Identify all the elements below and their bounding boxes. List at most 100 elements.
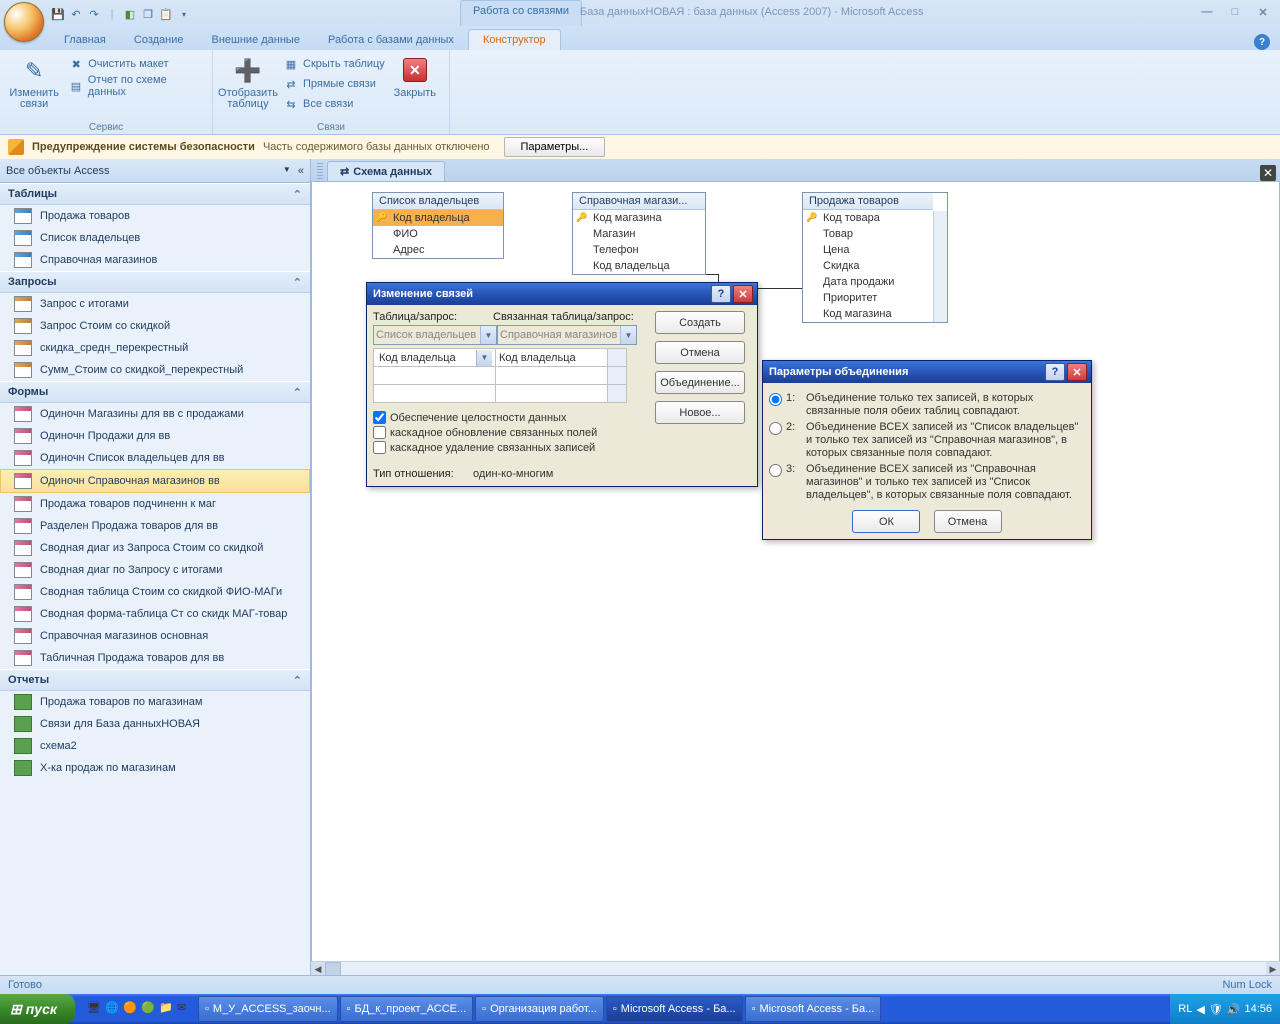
save-icon[interactable]: 💾 [50,6,66,22]
tab-handle[interactable] [317,163,323,181]
qat-more-icon[interactable]: ▾ [176,6,192,22]
nav-item[interactable]: Справочная магазинов основная [0,625,310,647]
show-table-button[interactable]: ➕ Отобразить таблицу [219,52,277,110]
relationship-report-button[interactable]: ▤Отчет по схеме данных [66,76,206,96]
security-options-button[interactable]: Параметры... [504,137,606,157]
nav-item[interactable]: Список владельцев [0,227,310,249]
scroll-up-button[interactable]: ▲ [934,211,947,224]
table-field[interactable]: Телефон [573,242,705,258]
nav-collapse-icon[interactable]: « [298,165,304,177]
scroll-left-button[interactable]: ◀ [311,962,325,976]
table-field[interactable]: Адрес [373,242,503,258]
field-mapping-grid[interactable]: Код владельца▼Код владельца [373,348,627,403]
nav-item[interactable]: Продажа товаров подчиненн к маг [0,493,310,515]
dropdown-icon[interactable]: ▼ [620,326,636,344]
table-field[interactable]: Скидка [803,258,933,274]
table-field[interactable]: Код магазина [573,210,705,226]
dialog-titlebar[interactable]: Изменение связей ? ✕ [367,283,757,305]
dialog-titlebar[interactable]: Параметры объединения ? ✕ [763,361,1091,383]
scroll-down-button[interactable]: ▼ [934,309,947,322]
nav-item[interactable]: Связи для База данныхНОВАЯ [0,713,310,735]
maximize-button[interactable]: □ [1224,4,1246,20]
nav-item[interactable]: Запрос Стоим со скидкой [0,315,310,337]
dropdown-icon[interactable]: ▼ [476,350,492,366]
dialog-close-button[interactable]: ✕ [1067,363,1087,381]
doc-tab-relationships[interactable]: ⇄Схема данных [327,161,445,181]
undo-icon[interactable]: ↶ [68,6,84,22]
ql-icon[interactable]: 🖥 [87,1001,103,1017]
table-window-sales[interactable]: Продажа товаров Код товара Товар Цена Ск… [802,192,948,323]
qat-copy-icon[interactable]: ❐ [140,6,156,22]
minimize-button[interactable]: — [1196,4,1218,20]
doc-tab-close-button[interactable]: ✕ [1260,165,1276,181]
taskbar-button[interactable]: ▫Microsoft Access - Ба... [745,996,882,1022]
tray-icon[interactable]: 🛡 [1209,1003,1223,1016]
nav-item[interactable]: схема2 [0,735,310,757]
nav-item[interactable]: Разделен Продажа товаров для вв [0,515,310,537]
nav-item[interactable]: Х-ка продаж по магазинам [0,757,310,779]
ql-icon[interactable]: ✉ [177,1001,193,1017]
qat-tool-icon[interactable]: ◧ [122,6,138,22]
nav-item[interactable]: Одиночн Справочная магазинов вв [0,469,310,493]
table-field[interactable]: ФИО [373,226,503,242]
dropdown-icon[interactable]: ▼ [480,326,496,344]
table-field[interactable]: Код магазина [803,306,933,322]
close-button[interactable]: ✕ [1252,4,1274,20]
nav-item[interactable]: Продажа товаров [0,205,310,227]
nav-item[interactable]: Сводная диаг по Запросу с итогами [0,559,310,581]
nav-dropdown-icon[interactable]: ▼ [283,165,291,177]
all-relationships-button[interactable]: ⇆Все связи [281,94,387,114]
help-button[interactable]: ? [1254,34,1270,50]
tray-icon[interactable]: 🔊 [1227,1003,1241,1016]
ql-icon[interactable]: 🟢 [141,1001,157,1017]
nav-header[interactable]: Все объекты Access ▼ « [0,159,310,183]
tray-icon[interactable]: ◀ [1196,1003,1204,1016]
dialog-help-button[interactable]: ? [711,285,731,303]
ql-icon[interactable]: 📁 [159,1001,175,1017]
ql-icon[interactable]: 🌐 [105,1001,121,1017]
join-option-1[interactable]: 1:Объединение только тех записей, в кото… [769,392,1085,418]
redo-icon[interactable]: ↷ [86,6,102,22]
nav-category-tables[interactable]: Таблицы⌃ [0,183,310,205]
start-button[interactable]: ⊞пуск [0,994,75,1024]
combo-table[interactable]: Список владельцев▼ [373,325,497,345]
tab-database-tools[interactable]: Работа с базами данных [314,30,468,50]
clock[interactable]: 14:56 [1244,1003,1272,1015]
nav-item[interactable]: Табличная Продажа товаров для вв [0,647,310,669]
nav-category-reports[interactable]: Отчеты⌃ [0,669,310,691]
scroll-thumb[interactable] [325,962,341,976]
new-button[interactable]: Новое... [655,401,745,424]
checkbox-cascade-update[interactable]: каскадное обновление связанных полей [373,426,647,439]
nav-item[interactable]: Одиночн Продажи для вв [0,425,310,447]
tab-home[interactable]: Главная [50,30,120,50]
nav-item[interactable]: Продажа товаров по магазинам [0,691,310,713]
nav-item[interactable]: Справочная магазинов [0,249,310,271]
close-design-button[interactable]: ✕ Закрыть [391,52,439,99]
checkbox-cascade-delete[interactable]: каскадное удаление связанных записей [373,441,647,454]
taskbar-button[interactable]: ▫М_У_ACCESS_заочн... [198,996,338,1022]
clear-layout-button[interactable]: ✖Очистить макет [66,54,206,74]
tab-design[interactable]: Конструктор [468,29,561,50]
cancel-button[interactable]: Отмена [934,510,1002,533]
tab-external-data[interactable]: Внешние данные [198,30,314,50]
table-field[interactable]: Дата продажи [803,274,933,290]
ok-button[interactable]: ОК [852,510,920,533]
table-field[interactable]: Код товара [803,210,933,226]
qat-paste-icon[interactable]: 📋 [158,6,174,22]
dialog-close-button[interactable]: ✕ [733,285,753,303]
table-field[interactable]: Код владельца [573,258,705,274]
ql-icon[interactable]: 🟠 [123,1001,139,1017]
scroll-right-button[interactable]: ▶ [1266,962,1280,976]
checkbox-integrity[interactable]: Обеспечение целостности данных [373,411,647,424]
direct-relationships-button[interactable]: ⇄Прямые связи [281,74,387,94]
nav-item[interactable]: Одиночн Магазины для вв с продажами [0,403,310,425]
nav-item[interactable]: Сумм_Стоим со скидкой_перекрестный [0,359,310,381]
join-option-2[interactable]: 2:Объединение ВСЕХ записей из "Список вл… [769,421,1085,460]
dialog-help-button[interactable]: ? [1045,363,1065,381]
nav-item[interactable]: Сводная форма-таблица Ст со скидк МАГ-то… [0,603,310,625]
combo-related-table[interactable]: Справочная магазинов▼ [497,325,637,345]
tab-create[interactable]: Создание [120,30,198,50]
context-tab-relationships[interactable]: Работа со связями [460,0,582,26]
nav-item[interactable]: скидка_средн_перекрестный [0,337,310,359]
hide-table-button[interactable]: ▦Скрыть таблицу [281,54,387,74]
